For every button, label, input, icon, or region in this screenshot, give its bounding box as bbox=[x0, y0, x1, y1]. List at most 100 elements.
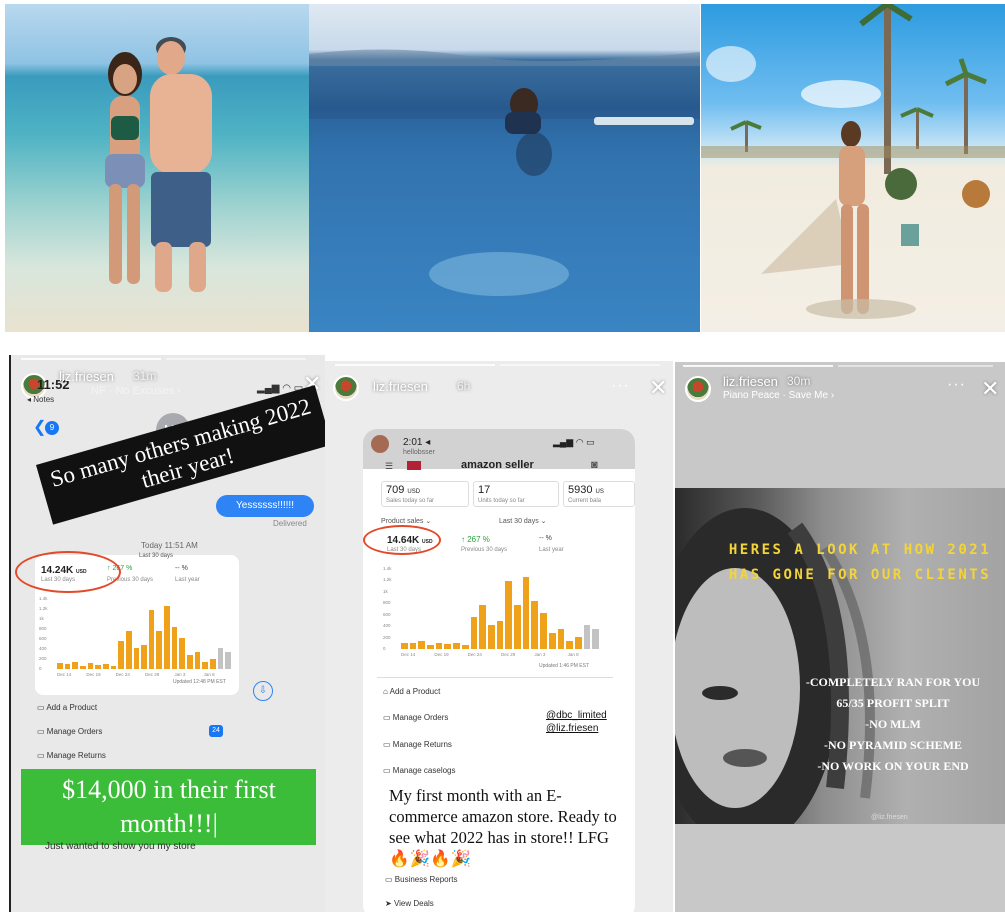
stat-label: Sales today so far bbox=[386, 498, 435, 504]
menu-item-manage-orders[interactable]: ▭ Manage Orders bbox=[383, 713, 448, 722]
menu-icon[interactable]: ☰ bbox=[385, 461, 393, 472]
story-username[interactable]: liz.friesen bbox=[373, 379, 428, 394]
chart-bar bbox=[125, 630, 132, 669]
updated-label: Updated 12:48 PM EST bbox=[173, 679, 226, 685]
story-time: 6h bbox=[457, 379, 471, 393]
y-tick-label: 0 bbox=[39, 666, 42, 671]
status-sub: hellobsser bbox=[403, 449, 435, 456]
headline-text: HERES A LOOK AT HOW 2021 HAS GONE FOR OU… bbox=[728, 542, 992, 583]
tag-sticker[interactable]: @dbc_limited @liz.friesen bbox=[543, 709, 610, 735]
chart-bar bbox=[164, 606, 170, 669]
menu-item-manage-returns[interactable]: ▭ Manage Returns bbox=[383, 740, 452, 749]
chart-bar bbox=[461, 645, 469, 649]
y-tick-label: 800 bbox=[39, 626, 47, 631]
stat-box-units: 17 Units today so far bbox=[473, 481, 559, 507]
chart-bar bbox=[557, 629, 565, 649]
tag-liz-friesen[interactable]: @liz.friesen bbox=[546, 722, 607, 735]
signal-wifi-battery-icon: ▂▄▆ ◠ ▭ bbox=[553, 437, 595, 447]
x-tick-label: Dec 19 bbox=[434, 652, 449, 657]
stat-box-balance: 5930 US Current bala bbox=[563, 481, 635, 507]
menu-item-add-product[interactable]: ⌂ Add a Product bbox=[383, 687, 440, 696]
x-tick-label: Jan 8 bbox=[567, 652, 579, 657]
bullet-item: -NO MLM bbox=[865, 717, 921, 731]
story-progress-bar bbox=[838, 365, 993, 367]
infinity-pool-photo bbox=[309, 4, 700, 332]
menu-item-manage-caselogs[interactable]: ▭ Manage caselogs bbox=[383, 766, 456, 775]
chart-bar bbox=[592, 629, 599, 649]
last30-label: Last 30 days bbox=[139, 553, 174, 559]
delivered-label: Delivered bbox=[273, 519, 307, 528]
chart-bar bbox=[487, 625, 495, 649]
x-tick-label: Dec 29 bbox=[145, 672, 160, 677]
tag-dbc-limited[interactable]: @dbc_limited bbox=[546, 709, 607, 722]
y-tick-label: 1k bbox=[39, 616, 44, 621]
caption-box: My first month with an E-commerce amazon… bbox=[385, 783, 617, 873]
camera-icon[interactable]: ◙ bbox=[591, 459, 598, 471]
bullet-item: -NO PYRAMID SCHEME bbox=[824, 738, 962, 752]
chart-bar bbox=[87, 663, 94, 669]
product-sales-select[interactable]: Product sales ⌄ bbox=[381, 517, 431, 525]
chart-bar bbox=[194, 651, 201, 669]
x-tick-label: Dec 24 bbox=[467, 652, 482, 657]
chart-bar bbox=[409, 643, 417, 649]
stat-label: Units today so far bbox=[478, 498, 525, 504]
avatar[interactable] bbox=[333, 375, 359, 401]
sales-bar-chart: 1.4k 1.2k 1k 800 600 400 200 0 Dec 14 Dec 19 Dec 2… bbox=[383, 566, 601, 657]
share-icon[interactable]: ⇩ bbox=[253, 681, 273, 701]
chart-bar bbox=[444, 644, 452, 649]
highlight-circle bbox=[363, 525, 441, 555]
chart-bar bbox=[171, 627, 178, 669]
watermark: @liz.friesen bbox=[871, 814, 908, 821]
close-icon[interactable]: ✕ bbox=[981, 378, 999, 400]
chart-bar bbox=[583, 625, 591, 649]
chart-bar bbox=[110, 665, 117, 669]
more-options-icon[interactable]: ··· bbox=[947, 376, 966, 394]
menu-item-add-product[interactable]: ▭ Add a Product bbox=[37, 703, 97, 712]
chart-bar bbox=[148, 609, 155, 669]
chart-bar bbox=[418, 641, 426, 649]
menu-item-business-reports[interactable]: ▭ Business Reports bbox=[385, 875, 457, 884]
orders-count-badge: 24 bbox=[209, 725, 223, 737]
story-progress-bar bbox=[335, 364, 495, 366]
period-select[interactable]: Last 30 days ⌄ bbox=[499, 517, 547, 525]
x-tick-label: Dec 29 bbox=[501, 652, 516, 657]
chart-bar bbox=[522, 577, 530, 649]
year-sub: Last year bbox=[539, 547, 564, 553]
menu-item-manage-orders[interactable]: ▭ Manage Orders bbox=[37, 727, 102, 736]
stat-value: 17 bbox=[478, 484, 491, 496]
status-time: 2:01 ◂ bbox=[403, 437, 431, 448]
divider bbox=[377, 677, 613, 678]
y-tick-label: 800 bbox=[383, 600, 391, 606]
menu-item-manage-returns[interactable]: ▭ Manage Returns bbox=[37, 751, 106, 760]
y-tick-label: 1.4k bbox=[39, 596, 48, 601]
year-value: -- % bbox=[539, 535, 552, 542]
caption-text: My first month with an E-commerce amazon… bbox=[389, 786, 617, 868]
y-tick-label: 0 bbox=[383, 646, 386, 651]
chart-bar bbox=[548, 633, 556, 649]
chart-bar bbox=[531, 601, 539, 649]
menu-item-view-deals[interactable]: ➤ View Deals bbox=[385, 899, 434, 908]
x-tick-label: Jan 3 bbox=[174, 672, 186, 677]
stat-box-sales: 709 USD Sales today so far bbox=[381, 481, 469, 507]
story-progress-bar bbox=[500, 364, 660, 366]
more-options-icon[interactable]: ··· bbox=[611, 377, 630, 395]
chart-bar bbox=[427, 645, 434, 649]
y-tick-label: 1k bbox=[383, 588, 388, 594]
notes-back-link[interactable]: ◂ Notes bbox=[27, 395, 54, 404]
chart-bar bbox=[179, 637, 186, 669]
story-username[interactable]: liz.friesen bbox=[59, 369, 114, 384]
highlight-circle bbox=[15, 551, 121, 593]
chart-bar bbox=[574, 637, 582, 649]
x-tick-label: Dec 14 bbox=[57, 672, 72, 677]
chart-bar bbox=[479, 605, 486, 649]
y-tick-label: 600 bbox=[383, 611, 391, 617]
music-label[interactable]: NF · No Excuses › bbox=[91, 385, 181, 397]
close-icon[interactable]: ✕ bbox=[649, 377, 667, 399]
avatar[interactable] bbox=[685, 376, 711, 402]
story-username[interactable]: liz.friesen bbox=[723, 374, 778, 389]
y-tick-label: 600 bbox=[39, 636, 47, 641]
y-tick-label: 400 bbox=[39, 646, 47, 651]
music-label[interactable]: Piano Peace · Save Me › bbox=[723, 390, 834, 401]
updated-label: Updated 1:46 PM EST bbox=[539, 663, 590, 669]
chart-bar bbox=[225, 651, 231, 669]
